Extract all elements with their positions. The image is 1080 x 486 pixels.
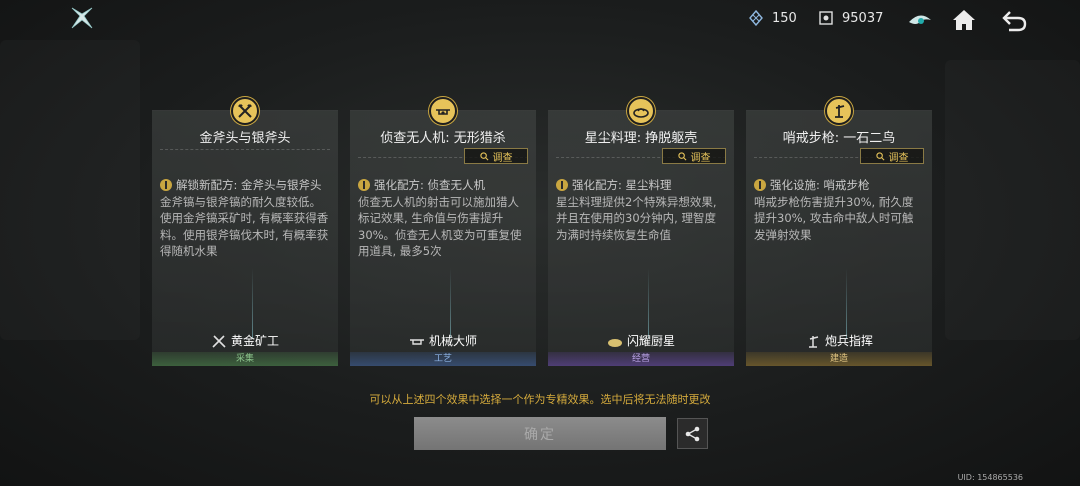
- crossed-axes-icon: [238, 104, 252, 118]
- inspect-button[interactable]: 调查: [860, 148, 924, 164]
- resource-1: 150: [748, 10, 797, 26]
- search-icon: [479, 151, 488, 160]
- game-logo-icon[interactable]: [70, 6, 94, 30]
- light-streak: [450, 268, 451, 338]
- resource-2-value: 95037: [842, 10, 884, 26]
- effect-description: 哨戒步枪伤害提升30%, 耐久度提升30%, 攻击命中敌人时可触发弹射效果: [754, 194, 914, 242]
- pickaxe-icon: [212, 334, 226, 348]
- inspect-label: 调查: [888, 152, 909, 164]
- background-panel: [0, 40, 140, 340]
- skill-name: 闪耀厨星: [626, 334, 675, 348]
- inspect-button[interactable]: 调查: [464, 148, 528, 164]
- eye-icon[interactable]: [906, 6, 934, 34]
- card-title: 星尘料理: 挣脱躯壳: [584, 131, 698, 146]
- card-emblem: [429, 97, 457, 125]
- search-icon: [875, 151, 884, 160]
- perk-card-3[interactable]: 星尘料理: 挣脱躯壳 调查 强化配方: 星尘料理 星尘料理提供2个特殊异想效果,…: [548, 97, 734, 366]
- skill-label: 闪耀厨星: [548, 332, 734, 349]
- dish-icon: [607, 338, 622, 347]
- confirm-button[interactable]: 确定: [414, 417, 666, 450]
- card-effect: 强化配方: 星尘料理 星尘料理提供2个特殊异想效果, 并且在使用的30分钟内, …: [556, 177, 726, 243]
- selection-hint: 可以从上述四个效果中选择一个作为专精效果。选中后将无法随时更改: [369, 393, 711, 406]
- light-streak: [648, 268, 649, 338]
- card-emblem: [825, 97, 853, 125]
- perk-card-1[interactable]: 金斧头与银斧头 解锁新配方: 金斧头与银斧头 金斧镐与银斧镐的耐久度较低。使用金…: [152, 97, 338, 366]
- category-bar: 经营: [548, 352, 734, 366]
- skill-name: 黄金矿工: [230, 334, 279, 348]
- skill-name: 机械大师: [428, 334, 477, 348]
- perk-card-2[interactable]: 侦查无人机: 无形猎杀 调查 强化配方: 侦查无人机 侦查无人机的射击可以施加猎…: [350, 97, 536, 366]
- inspect-button[interactable]: 调查: [662, 148, 726, 164]
- card-title: 金斧头与银斧头: [199, 131, 291, 146]
- effect-description: 侦查无人机的射击可以施加猎人标记效果, 生命值与伤害提升30%。侦查无人机变为可…: [358, 194, 522, 259]
- plus-icon: [556, 179, 568, 191]
- category-bar: 采集: [152, 352, 338, 366]
- card-effect: 解锁新配方: 金斧头与银斧头 金斧镐与银斧镐的耐久度较低。使用金斧镐采矿时, 有…: [160, 177, 330, 260]
- category-bar: 工艺: [350, 352, 536, 366]
- resource-1-value: 150: [772, 10, 797, 26]
- turret-icon: [835, 105, 845, 118]
- coin-icon: [819, 11, 833, 25]
- search-icon: [677, 151, 686, 160]
- background-panel: [945, 60, 1080, 340]
- card-emblem: [627, 97, 655, 125]
- share-icon: [685, 426, 699, 441]
- effect-description: 星尘料理提供2个特殊异想效果, 并且在使用的30分钟内, 理智度为满时持续恢复生…: [556, 194, 717, 242]
- card-effect: 强化设施: 哨戒步枪 哨戒步枪伤害提升30%, 耐久度提升30%, 攻击命中敌人…: [754, 177, 924, 243]
- effect-description: 金斧镐与银斧镐的耐久度较低。使用金斧镐采矿时, 有概率获得香料。使用银斧镐伐木时…: [160, 194, 329, 259]
- skill-name: 炮兵指挥: [824, 334, 873, 348]
- drone-icon: [409, 338, 424, 345]
- card-title: 侦查无人机: 无形猎杀: [380, 131, 506, 146]
- divider: [160, 149, 330, 150]
- back-icon[interactable]: [1000, 6, 1028, 34]
- resource-2: 95037: [818, 10, 883, 26]
- home-icon[interactable]: [950, 6, 978, 34]
- plus-icon: [160, 179, 172, 191]
- card-effect: 强化配方: 侦查无人机 侦查无人机的射击可以施加猎人标记效果, 生命值与伤害提升…: [358, 177, 528, 260]
- drone-icon: [436, 109, 450, 115]
- card-emblem: [231, 97, 259, 125]
- light-streak: [252, 268, 253, 338]
- effect-headline: 解锁新配方: 金斧头与银斧头: [176, 178, 322, 192]
- skill-label: 炮兵指挥: [746, 332, 932, 349]
- effect-headline: 强化配方: 侦查无人机: [374, 178, 486, 192]
- top-bar: 150 95037: [0, 0, 1080, 40]
- crystal-icon: [749, 10, 763, 26]
- dish-icon: [633, 108, 649, 118]
- turret-icon: [808, 335, 819, 348]
- perk-card-4[interactable]: 哨戒步枪: 一石二鸟 调查 强化设施: 哨戒步枪 哨戒步枪伤害提升30%, 耐久…: [746, 97, 932, 366]
- plus-icon: [358, 179, 370, 191]
- skill-label: 黄金矿工: [152, 332, 338, 349]
- skill-label: 机械大师: [350, 332, 536, 349]
- inspect-label: 调查: [690, 152, 711, 164]
- effect-headline: 强化配方: 星尘料理: [572, 178, 672, 192]
- category-bar: 建造: [746, 352, 932, 366]
- inspect-label: 调查: [492, 152, 513, 164]
- plus-icon: [754, 179, 766, 191]
- effect-headline: 强化设施: 哨戒步枪: [770, 178, 870, 192]
- light-streak: [846, 268, 847, 338]
- share-button[interactable]: [677, 418, 708, 449]
- user-id: UID: 154865536: [957, 473, 1023, 482]
- card-title: 哨戒步枪: 一石二鸟: [782, 131, 896, 146]
